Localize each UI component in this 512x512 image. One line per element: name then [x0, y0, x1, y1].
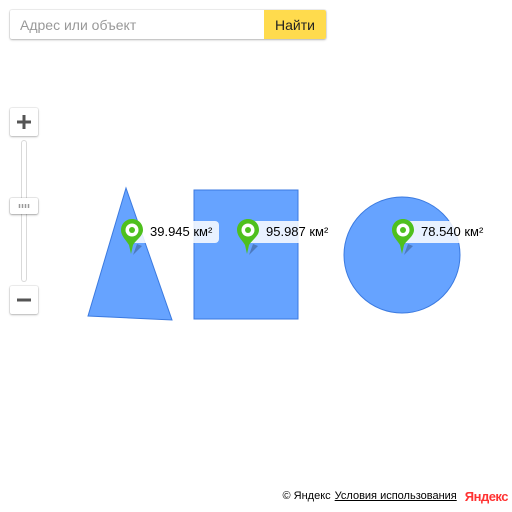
zoom-control	[10, 108, 38, 314]
search-input[interactable]	[10, 10, 264, 39]
minus-icon	[17, 298, 31, 302]
location-pin-icon	[121, 219, 143, 255]
copyrights: © Яндекс Условия использования Яндекс	[283, 488, 509, 504]
map-shapes-layer	[87, 186, 461, 321]
search-button[interactable]: Найти	[264, 10, 326, 39]
area-label-rectangle: 95.987 км²	[248, 221, 336, 243]
zoom-out-button[interactable]	[10, 286, 38, 314]
location-pin-icon	[237, 219, 259, 255]
area-label-triangle: 39.945 км²	[132, 221, 220, 243]
terms-of-use-link[interactable]: Условия использования	[335, 490, 457, 502]
zoom-slider-handle[interactable]	[10, 198, 38, 214]
search-box: Найти	[10, 10, 326, 39]
location-pin-icon	[392, 219, 414, 255]
zoom-in-button[interactable]	[10, 108, 38, 136]
area-label-circle: 78.540 км²	[403, 221, 491, 243]
yandex-logo[interactable]: Яндекс	[465, 489, 509, 504]
plus-icon	[17, 115, 31, 129]
copyright-text: © Яндекс	[282, 490, 331, 502]
map-container[interactable]: 39.945 км² 95.987 км² 78.540 км² Найти	[0, 0, 512, 512]
grip-icon	[18, 204, 30, 208]
